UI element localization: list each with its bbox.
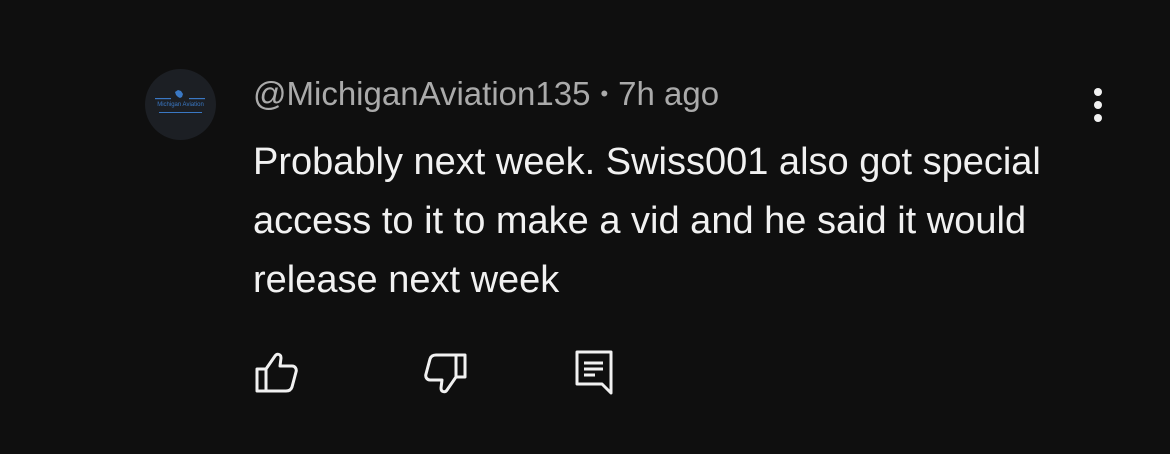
comment-text: Probably next week. Swiss001 also got sp… [253, 141, 1041, 301]
comment-header: @MichiganAviation135 • 7h ago [253, 74, 719, 114]
avatar-label: Michigan Aviation [157, 102, 204, 108]
like-button[interactable] [250, 346, 304, 400]
separator-dot: • [600, 81, 609, 106]
reply-icon [575, 350, 613, 395]
dislike-button[interactable] [418, 346, 472, 400]
more-options-button[interactable] [1082, 82, 1114, 128]
thumbs-up-icon [255, 352, 298, 393]
more-vertical-icon [1094, 88, 1102, 122]
avatar[interactable]: Michigan Aviation [145, 69, 216, 140]
thumbs-down-icon [424, 353, 467, 394]
author-name[interactable]: @MichiganAviation135 [253, 75, 590, 112]
timestamp[interactable]: 7h ago [618, 75, 719, 112]
reply-button[interactable] [568, 346, 622, 400]
